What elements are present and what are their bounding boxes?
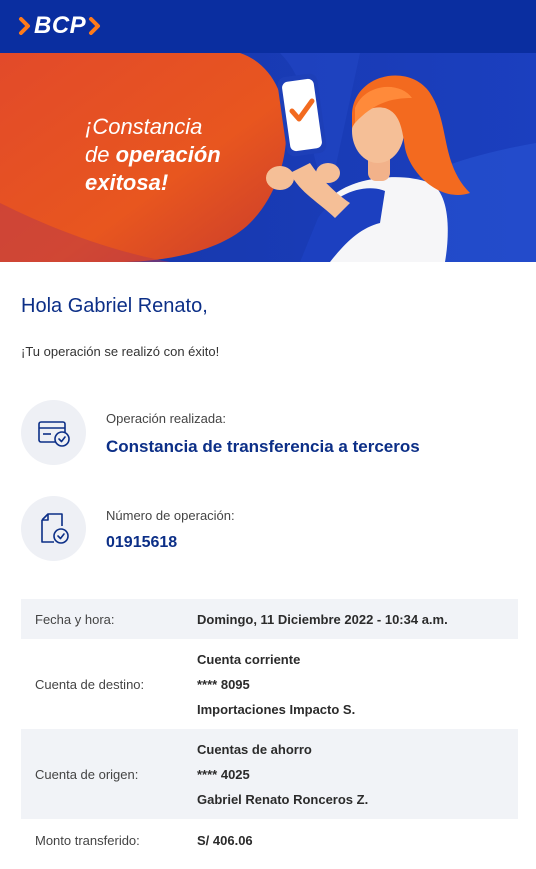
detail-value: S/ 406.06 [197,828,253,853]
success-banner: ¡Constancia de operación exitosa! [0,53,536,262]
date-time-value: Domingo, 11 Diciembre 2022 - 10:34 a.m. [197,611,448,627]
origin-account-type: Cuentas de ahorro [197,741,312,757]
chevron-right-icon [19,17,30,35]
detail-label: Cuenta de origen: [35,766,139,782]
operation-label: Operación realizada: [106,411,226,426]
detail-row-date: Fecha y hora: Domingo, 11 Diciembre 2022… [21,599,518,639]
detail-value: Domingo, 11 Diciembre 2022 - 10:34 a.m. [197,607,448,632]
detail-row-amount: Monto transferido: S/ 406.06 [21,819,518,861]
bcp-logo[interactable]: BCP [18,10,102,42]
destination-account-number: **** 8095 [197,676,250,692]
detail-value: Cuenta corriente **** 8095 Importaciones… [197,647,355,722]
logo-text: BCP [34,12,87,39]
banner-title: ¡Constancia de operación exitosa! [85,113,221,197]
banner-line-2-bold: operación [115,142,221,167]
origin-account-number: **** 4025 [197,766,250,782]
detail-row-destination: Cuenta de destino: Cuenta corriente ****… [21,639,518,729]
detail-label: Monto transferido: [35,832,140,848]
detail-label: Fecha y hora: [35,611,115,627]
operation-row: Operación realizada: Constancia de trans… [21,400,521,466]
destination-account-holder: Importaciones Impacto S. [197,701,356,717]
detail-value: Cuentas de ahorro **** 4025 Gabriel Rena… [197,737,368,812]
transferred-amount: S/ 406.06 [197,832,253,848]
banner-line-3: exitosa! [85,169,221,197]
greeting: Hola Gabriel Renato, [21,295,208,317]
header-bar: BCP [0,0,536,53]
document-check-icon [21,496,86,561]
banner-line-1: ¡Constancia [85,114,203,139]
banner-line-2-prefix: de [85,142,116,167]
operation-number-value: 01915618 [106,534,178,551]
detail-label: Cuenta de destino: [35,676,145,692]
success-message: ¡Tu operación se realizó con éxito! [21,344,220,359]
banner-line-3-bold: exitosa! [85,170,169,195]
banner-illustration [0,53,536,262]
operation-number-label: Número de operación: [106,508,235,523]
origin-account-holder: Gabriel Renato Ronceros Z. [197,791,369,807]
banner-line-2: de operación [85,141,221,169]
operation-number-row: Número de operación: 01915618 [21,496,521,562]
operation-value: Constancia de transferencia a terceros [106,437,420,456]
chevron-right-icon [89,17,101,35]
details-table: Fecha y hora: Domingo, 11 Diciembre 2022… [21,599,518,861]
card-check-icon [21,400,86,465]
detail-row-origin: Cuenta de origen: Cuentas de ahorro ****… [21,729,518,819]
destination-account-type: Cuenta corriente [197,651,301,667]
